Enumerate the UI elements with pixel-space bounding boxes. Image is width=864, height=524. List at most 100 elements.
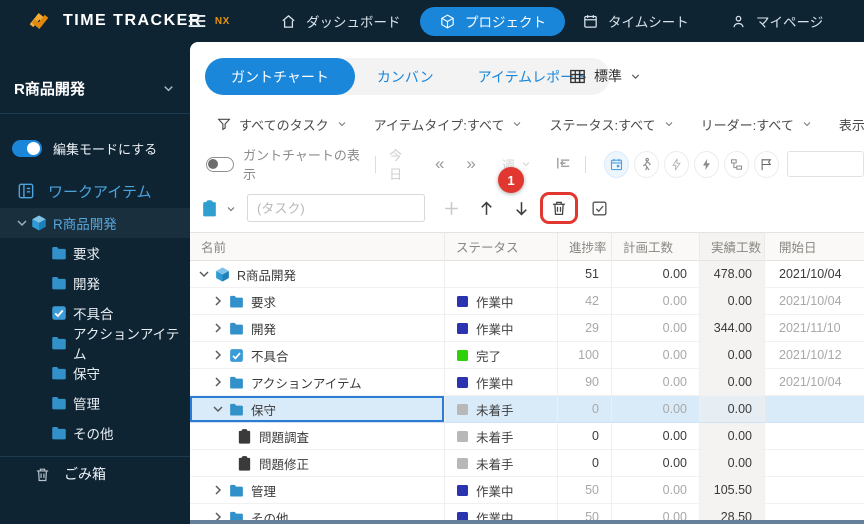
level-collapse-icon[interactable] (554, 154, 572, 174)
today-button[interactable]: 今日 (389, 145, 413, 183)
start-date-cell: 2021/10/12 (765, 342, 864, 369)
brand-mark-icon (24, 6, 54, 36)
column-header-actual[interactable]: 実績工数 (700, 232, 765, 261)
assignee-walker-icon[interactable] (634, 150, 660, 178)
project-selector[interactable]: R商品開発 (14, 78, 176, 99)
milestone-flag-icon[interactable] (753, 150, 779, 178)
table-header-row: 名前 ステータス 進捗率 計画工数 実績工数 開始日 (190, 232, 864, 261)
table-row[interactable]: アクションアイテム 作業中 90 0.00 0.00 2021/10/04 (190, 369, 864, 396)
status-color-icon (457, 457, 468, 469)
project-title: R商品開発 (14, 81, 85, 98)
actual-hours-cell: 0.00 (700, 423, 765, 450)
status-label: 未着手 (476, 403, 514, 418)
toolbar-input-box[interactable] (786, 151, 864, 177)
column-header-plan[interactable]: 計画工数 (612, 232, 700, 261)
table-row[interactable]: 不具合 完了 100 0.00 0.00 2021/10/12 (190, 342, 864, 369)
nav-item-project[interactable]: プロジェクト (420, 6, 565, 36)
chevron-down-icon[interactable] (225, 202, 237, 214)
filter-display-level[interactable]: 表示階層:レベル (839, 115, 864, 134)
table-row[interactable]: 管理 作業中 50 0.00 105.50 (190, 477, 864, 504)
actual-hours-cell: 0.00 (700, 288, 765, 315)
sidebar-item-workitems[interactable]: ワークアイテム (16, 178, 190, 204)
bolt-filled-icon[interactable] (693, 150, 719, 178)
workitems-label: ワークアイテム (48, 183, 152, 201)
table-row[interactable]: 保守 未着手 0 0.00 0.00 (190, 396, 864, 423)
column-header-start[interactable]: 開始日 (765, 232, 864, 261)
sidebar-tree-item-2[interactable]: 開発 (0, 268, 190, 298)
sidebar-tree-item-6[interactable]: 管理 (0, 388, 190, 418)
item-name: 要求 (251, 295, 277, 310)
sidebar-tree-item-4[interactable]: アクションアイテム (0, 327, 190, 362)
chevron-right-icon[interactable] (210, 293, 226, 309)
calendar-range-icon[interactable] (604, 150, 630, 178)
chevron-down-icon[interactable] (14, 215, 30, 231)
start-date-cell (765, 477, 864, 504)
new-task-clipboard-icon[interactable] (200, 199, 219, 218)
column-header-status[interactable]: ステータス (445, 232, 558, 261)
table-row[interactable]: 問題修正 未着手 0 0.00 0.00 (190, 450, 864, 477)
filter-leader[interactable]: リーダー:すべて (701, 115, 813, 134)
column-header-name[interactable]: 名前 (190, 232, 445, 261)
status-label: 完了 (476, 349, 502, 364)
filter-item-type[interactable]: アイテムタイプ:すべて (374, 115, 524, 134)
chevron-down-icon[interactable] (196, 266, 212, 282)
folder-icon (50, 244, 68, 262)
filter-all-tasks[interactable]: すべてのタスク (216, 115, 348, 134)
start-date-cell (765, 396, 864, 423)
tree-item-label: 管理 (73, 397, 100, 412)
tab-kanban[interactable]: カンバン (355, 58, 456, 95)
table-row[interactable]: 問題調査 未着手 0 0.00 0.00 (190, 423, 864, 450)
planned-hours-cell: 0.00 (612, 423, 700, 450)
clipboard-icon (236, 428, 253, 445)
related-items-icon[interactable] (723, 150, 749, 178)
tree-item-label: 開発 (73, 277, 100, 292)
chevron-right-icon[interactable] (210, 482, 226, 498)
item-name: アクションアイテム (251, 376, 362, 391)
move-down-icon[interactable] (512, 199, 531, 218)
view-preset-selector[interactable]: 標準 (568, 66, 642, 86)
sidebar-tree-item-1[interactable]: 要求 (0, 238, 190, 268)
actual-hours-cell: 105.50 (700, 477, 765, 504)
table-row[interactable]: 開発 作業中 29 0.00 344.00 2021/11/10 (190, 315, 864, 342)
edit-mode-toggle[interactable]: 編集モードにする (12, 134, 190, 162)
nav-item-label: マイページ (756, 15, 824, 30)
bolt-outline-icon[interactable] (664, 150, 689, 178)
filter-status[interactable]: ステータス:すべて (549, 115, 674, 134)
scroll-right-icon[interactable]: » (466, 154, 475, 174)
delete-task-button[interactable] (540, 192, 578, 224)
nav-item-dashboard[interactable]: ダッシュボード (280, 0, 401, 42)
chevron-right-icon[interactable] (210, 320, 226, 336)
table-row[interactable]: R商品開発 51 0.00 478.00 2021/10/04 (190, 261, 864, 288)
tree-item-label: アクションアイテム (73, 327, 180, 362)
chevron-right-icon[interactable] (210, 374, 226, 390)
tab-gantt-chart[interactable]: ガントチャート (205, 58, 355, 95)
sidebar-tree-item-root[interactable]: R商品開発 (0, 208, 190, 238)
horizontal-scrollbar[interactable] (190, 520, 864, 524)
nav-item-label: タイムシート (608, 15, 689, 30)
table-row[interactable]: 要求 作業中 42 0.00 0.00 2021/10/04 (190, 288, 864, 315)
sidebar-item-trash[interactable]: ごみ箱 (0, 457, 190, 491)
move-up-icon[interactable] (477, 199, 496, 218)
chevron-down-icon[interactable] (210, 401, 226, 417)
add-task-icon[interactable] (442, 199, 461, 218)
status-label: 作業中 (476, 376, 514, 391)
board-icon (16, 181, 36, 201)
progress-cell: 0 (558, 450, 612, 477)
folder-icon (228, 374, 245, 391)
chevron-right-icon[interactable] (210, 347, 226, 363)
scroll-left-icon[interactable]: « (435, 154, 444, 174)
folder-icon (50, 364, 68, 382)
complete-task-icon[interactable] (590, 199, 609, 218)
trash-icon (34, 466, 51, 483)
nav-item-mypage[interactable]: マイページ (730, 0, 823, 42)
sidebar: R商品開発 編集モードにする ワークアイテム R商品開発 要求 開発 不具合 アクション… (0, 42, 190, 524)
task-name-input[interactable] (247, 194, 425, 222)
gantt-display-toggle[interactable] (206, 156, 234, 172)
column-header-progress[interactable]: 進捗率 (558, 232, 612, 261)
sidebar-tree-item-7[interactable]: その他 (0, 418, 190, 448)
nav-item-timesheet[interactable]: タイムシート (582, 0, 689, 42)
start-date-cell (765, 423, 864, 450)
toggle-on-icon[interactable] (12, 139, 42, 157)
status-cell: 未着手 (445, 396, 558, 423)
hamburger-menu-icon[interactable] (186, 0, 208, 42)
